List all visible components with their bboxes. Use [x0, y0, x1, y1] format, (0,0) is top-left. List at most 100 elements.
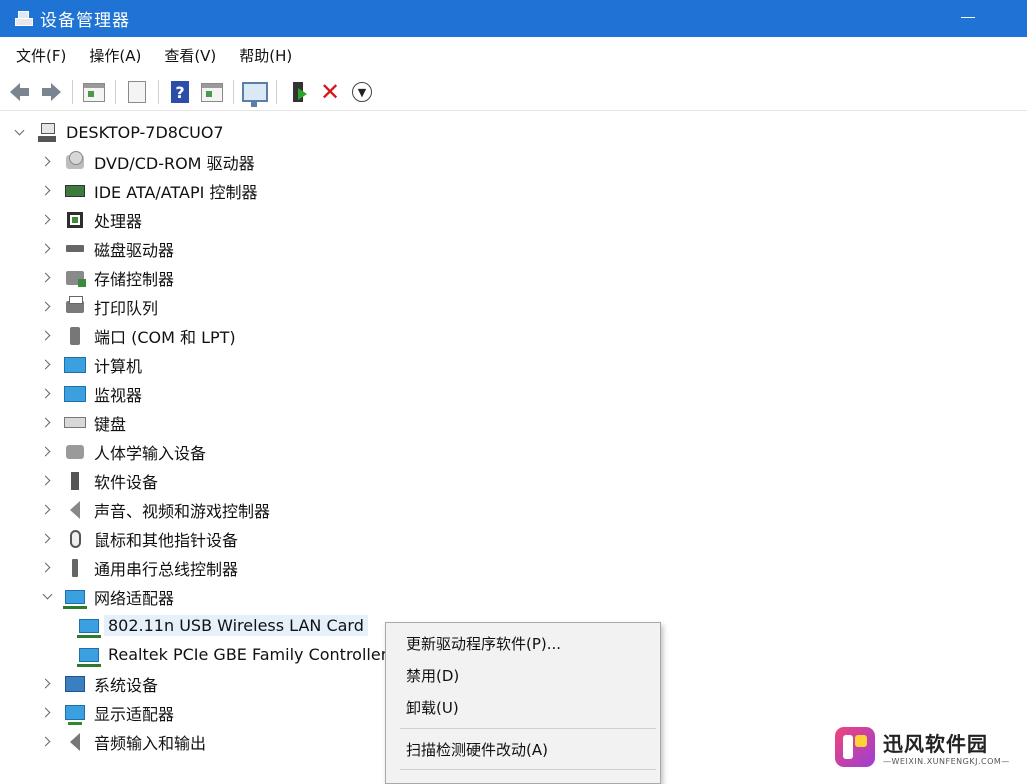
- chevron-right-icon[interactable]: [40, 503, 54, 517]
- chevron-right-icon[interactable]: [40, 242, 54, 256]
- tree-item-label: 键盘: [94, 414, 127, 434]
- tree-item-label: 打印队列: [94, 298, 159, 318]
- properties-icon[interactable]: [124, 79, 150, 105]
- tree-item-usb[interactable]: 通用串行总线控制器: [40, 553, 238, 582]
- menu-view[interactable]: 查看(V): [164, 42, 216, 69]
- show-hide-console-tree-icon[interactable]: [81, 79, 107, 105]
- tree-item-label: 端口 (COM 和 LPT): [94, 327, 236, 347]
- monitor-icon: [64, 383, 86, 405]
- tree-item-hid[interactable]: 人体学输入设备: [40, 437, 206, 466]
- tree-item-monitors[interactable]: 监视器: [40, 379, 142, 408]
- chevron-down-icon[interactable]: [12, 126, 26, 140]
- tree-root[interactable]: DESKTOP-7D8CUO7: [12, 118, 224, 147]
- audio-icon: [64, 731, 86, 753]
- menu-help[interactable]: 帮助(H): [239, 42, 292, 69]
- chevron-right-icon[interactable]: [40, 300, 54, 314]
- tree-item-label: 监视器: [94, 385, 143, 405]
- ctx-disable[interactable]: 禁用(D): [406, 665, 459, 686]
- download-icon[interactable]: ▼: [349, 79, 375, 105]
- menu-separator: [400, 769, 656, 770]
- port-icon: [64, 325, 86, 347]
- menu-bar: 文件(F) 操作(A) 查看(V) 帮助(H): [0, 37, 1027, 73]
- ctx-update-driver[interactable]: 更新驱动程序软件(P)...: [406, 633, 561, 654]
- toolbar-separator: [115, 80, 116, 104]
- scan-hardware-icon[interactable]: [242, 79, 268, 107]
- ctx-uninstall[interactable]: 卸载(U): [406, 697, 459, 718]
- tree-item-label: 人体学输入设备: [94, 443, 207, 463]
- minimize-button[interactable]: [961, 17, 975, 18]
- watermark-name: 迅风软件园: [883, 732, 988, 756]
- tree-item-mice[interactable]: 鼠标和其他指针设备: [40, 524, 238, 553]
- tree-item-label: DVD/CD-ROM 驱动器: [94, 153, 255, 173]
- chevron-right-icon[interactable]: [40, 445, 54, 459]
- watermark-url: —WEIXIN.XUNFENGKJ.COM—: [883, 757, 1010, 766]
- menu-file[interactable]: 文件(F): [16, 42, 66, 69]
- toolbar: ? ✕ ▼: [0, 74, 1027, 111]
- tree-item-label: 音频输入和输出: [94, 733, 207, 753]
- tree-item-processor[interactable]: 处理器: [40, 205, 142, 234]
- tree-item-label: 声音、视频和游戏控制器: [94, 501, 271, 521]
- tree-item-ports[interactable]: 端口 (COM 和 LPT): [40, 321, 236, 350]
- tree-item-label: 存储控制器: [94, 269, 175, 289]
- action-pane-icon[interactable]: [199, 79, 225, 105]
- printer-icon: [64, 295, 86, 318]
- tree-item-dvd[interactable]: DVD/CD-ROM 驱动器: [40, 147, 255, 176]
- tree-item-audio-io[interactable]: 音频输入和输出: [40, 727, 206, 756]
- tree-item-disk[interactable]: 磁盘驱动器: [40, 234, 174, 263]
- chevron-down-icon[interactable]: [40, 590, 54, 604]
- chevron-right-icon[interactable]: [40, 474, 54, 488]
- menu-action[interactable]: 操作(A): [89, 42, 141, 69]
- chevron-right-icon[interactable]: [40, 155, 54, 169]
- chevron-right-icon[interactable]: [40, 532, 54, 546]
- tree-item-label: IDE ATA/ATAPI 控制器: [94, 182, 258, 202]
- chevron-right-icon[interactable]: [40, 561, 54, 575]
- tree-item-system-devices[interactable]: 系统设备: [40, 669, 158, 698]
- tree-item-display-adapters[interactable]: 显示适配器: [40, 698, 174, 727]
- hid-icon: [64, 441, 86, 463]
- ctx-scan-hardware[interactable]: 扫描检测硬件改动(A): [406, 739, 548, 760]
- network-adapter-icon: [63, 586, 87, 609]
- toolbar-separator: [72, 80, 73, 104]
- title-bar: 设备管理器: [0, 0, 1027, 37]
- tree-item-keyboards[interactable]: 键盘: [40, 408, 126, 437]
- chevron-right-icon[interactable]: [40, 706, 54, 720]
- tree-item-computer[interactable]: 计算机: [40, 350, 142, 379]
- chevron-right-icon[interactable]: [40, 358, 54, 372]
- software-device-icon: [64, 470, 86, 492]
- root-label: DESKTOP-7D8CUO7: [66, 123, 224, 142]
- computer-icon: [64, 354, 86, 376]
- tree-item-sound[interactable]: 声音、视频和游戏控制器: [40, 495, 270, 524]
- tree-item-ide[interactable]: IDE ATA/ATAPI 控制器: [40, 176, 257, 205]
- chevron-right-icon[interactable]: [40, 416, 54, 430]
- chevron-right-icon[interactable]: [40, 387, 54, 401]
- window-title: 设备管理器: [40, 11, 130, 31]
- tree-item-wireless-card[interactable]: 802.11n USB Wireless LAN Card: [68, 611, 368, 640]
- back-arrow-icon[interactable]: [6, 79, 32, 105]
- chevron-right-icon[interactable]: [40, 213, 54, 227]
- update-driver-icon[interactable]: [285, 79, 311, 105]
- tree-item-realtek[interactable]: Realtek PCIe GBE Family Controller: [68, 640, 387, 669]
- chevron-right-icon[interactable]: [40, 677, 54, 691]
- tree-item-label: 通用串行总线控制器: [94, 559, 239, 579]
- computer-icon: [36, 122, 58, 144]
- forward-arrow-icon[interactable]: [38, 79, 64, 105]
- toolbar-separator: [233, 80, 234, 104]
- tree-item-label: 系统设备: [94, 675, 159, 695]
- usb-icon: [64, 557, 86, 579]
- tree-item-label: Realtek PCIe GBE Family Controller: [108, 645, 388, 664]
- chevron-right-icon[interactable]: [40, 184, 54, 198]
- uninstall-icon[interactable]: ✕: [317, 79, 343, 105]
- tree-item-network-adapters[interactable]: 网络适配器: [40, 582, 174, 611]
- tree-item-print-queue[interactable]: 打印队列: [40, 292, 158, 321]
- speaker-icon: [64, 499, 86, 521]
- chevron-right-icon[interactable]: [40, 329, 54, 343]
- tree-item-storage[interactable]: 存储控制器: [40, 263, 174, 292]
- chevron-right-icon[interactable]: [40, 735, 54, 749]
- disk-drive-icon: [64, 238, 86, 260]
- tree-item-label: 处理器: [94, 211, 143, 231]
- tree-item-software-devices[interactable]: 软件设备: [40, 466, 158, 495]
- mouse-icon: [64, 528, 86, 550]
- storage-controller-icon: [64, 267, 86, 289]
- chevron-right-icon[interactable]: [40, 271, 54, 285]
- help-icon[interactable]: ?: [167, 79, 193, 105]
